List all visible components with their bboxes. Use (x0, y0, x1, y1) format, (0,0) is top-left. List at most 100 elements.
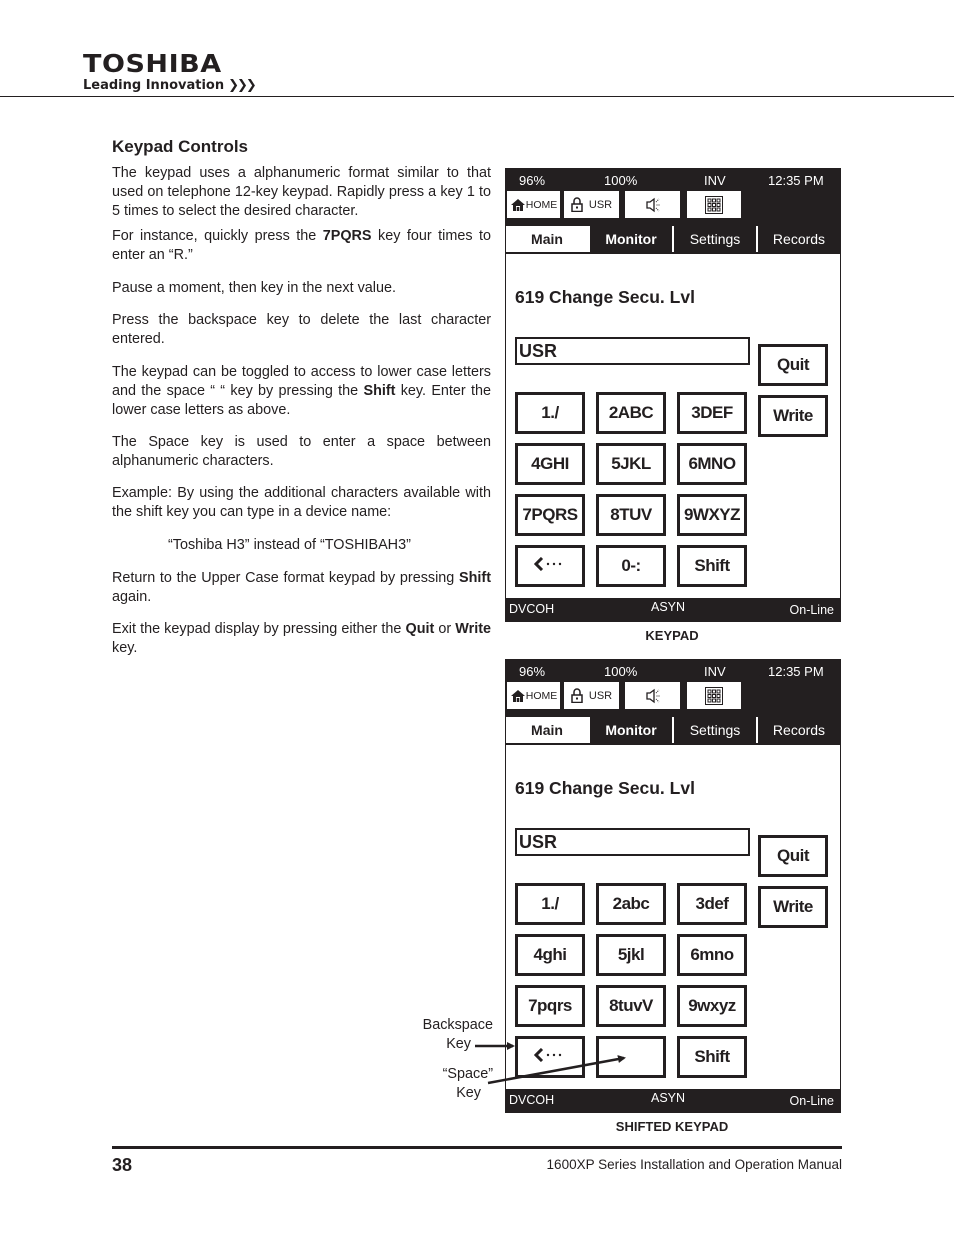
tab-records[interactable]: Records (756, 226, 840, 252)
paragraph-intro: The keypad uses a alphanumeric format si… (112, 165, 491, 219)
status-percent-2: 100% (604, 664, 638, 679)
keypad-key[interactable]: 5JKL (596, 443, 666, 485)
screen-body: 619 Change Secu. Lvl USR 1./ 2abc 3def 4ghi… (506, 743, 840, 1089)
keypad-key[interactable]: 1./ (515, 392, 585, 434)
tab-main[interactable]: Main (506, 717, 588, 743)
keypad-button[interactable] (687, 682, 741, 709)
backspace-key[interactable] (515, 545, 585, 587)
user-level-label: USR (588, 689, 613, 702)
section-title: Keypad Controls (112, 137, 249, 156)
key-name-quit: Quit (405, 621, 435, 637)
keypad-key[interactable]: 3DEF (677, 392, 747, 434)
keypad-key[interactable]: 1./ (515, 883, 585, 925)
keypad-key[interactable]: 0-: (596, 545, 666, 587)
status-percent-1: 96% (519, 664, 546, 679)
keypad-key[interactable]: 7pqrs (515, 985, 585, 1027)
keypad-key[interactable]: 4ghi (515, 934, 585, 976)
tab-records[interactable]: Records (756, 717, 840, 743)
shift-key[interactable]: Shift (677, 1036, 747, 1078)
shifted-keypad-screen: 96% 100% INV 12:35 PM HOME USR Main Moni… (505, 659, 841, 1113)
home-icon (510, 198, 526, 212)
paragraph-space-key: The Space key is used to enter a space b… (112, 434, 491, 469)
paragraph-pause: Pause a moment, then key in the next val… (112, 280, 396, 296)
paragraph-example-r: For instance, quickly press the 7PQRS ke… (112, 227, 491, 265)
status-mode: ASYN (651, 1091, 686, 1105)
keypad-key[interactable]: 2abc (596, 883, 666, 925)
status-bar-bottom: DVCOH ASYN On-Line (506, 1089, 840, 1112)
status-mode: ASYN (651, 600, 686, 614)
page-number: 38 (112, 1155, 133, 1175)
speaker-button[interactable] (625, 191, 680, 218)
quit-button[interactable]: Quit (758, 835, 828, 877)
tab-bar: Main Monitor Settings Records (506, 224, 840, 252)
status-inv: INV (704, 664, 726, 679)
key-name-7pqrs: 7PQRS (322, 228, 372, 244)
paragraph-exit: Exit the keypad display by pressing eith… (112, 620, 491, 658)
paragraph-device-name-example: Example: By using the additional charact… (112, 485, 491, 520)
home-button[interactable]: HOME (507, 191, 560, 218)
tab-main[interactable]: Main (506, 226, 588, 252)
keypad-key[interactable]: 3def (677, 883, 747, 925)
space-key[interactable] (596, 1036, 666, 1078)
caption-keypad: KEYPAD (645, 628, 699, 643)
status-time: 12:35 PM (768, 664, 824, 679)
keypad-key[interactable]: 8tuvV (596, 985, 666, 1027)
text: key. (112, 640, 138, 656)
key-name-shift: Shift (459, 570, 491, 586)
home-button[interactable]: HOME (507, 682, 560, 709)
annotation-text: Backspace (422, 1017, 493, 1033)
backspace-arrow-icon (533, 1047, 566, 1067)
status-online: On-Line (789, 1094, 834, 1108)
status-bar-bottom: DVCOH ASYN On-Line (506, 598, 840, 621)
keypad-key[interactable]: 7PQRS (515, 494, 585, 536)
space-annotation: “Space” Key (404, 1065, 493, 1103)
keypad-key[interactable]: 2ABC (596, 392, 666, 434)
caption-shifted-keypad: SHIFTED KEYPAD (615, 1119, 729, 1134)
shift-key[interactable]: Shift (677, 545, 747, 587)
toshiba-logo: TOSHIBA (83, 49, 222, 78)
text: again. (112, 589, 152, 605)
keypad-key[interactable]: 6mno (677, 934, 747, 976)
paragraph-toggle: The keypad can be toggled to access to l… (112, 363, 491, 420)
speaker-button[interactable] (625, 682, 680, 709)
keypad-key[interactable]: 4GHI (515, 443, 585, 485)
entry-field[interactable]: USR (515, 337, 750, 365)
status-percent-1: 96% (519, 173, 546, 188)
triple-chevron-right-icon: ❯❯❯ (228, 78, 257, 93)
tab-settings[interactable]: Settings (672, 226, 756, 252)
key-name-write: Write (455, 621, 491, 637)
tab-monitor[interactable]: Monitor (588, 226, 672, 252)
keypad-key[interactable]: 9wxyz (677, 985, 747, 1027)
backspace-annotation: Backspace Key (404, 1016, 493, 1054)
keypad-key[interactable]: 6MNO (677, 443, 747, 485)
backspace-key[interactable] (515, 1036, 585, 1078)
tagline: Leading Innovation ❯❯❯ (83, 78, 257, 93)
tab-monitor[interactable]: Monitor (588, 717, 672, 743)
text: Exit the keypad display by pressing eith… (112, 621, 406, 637)
keypad-key[interactable]: 9WXYZ (677, 494, 747, 536)
footer-divider (112, 1146, 842, 1149)
annotation-text: “Space” (442, 1066, 493, 1082)
keypad-button[interactable] (687, 191, 741, 218)
tagline-text: Leading Innovation (83, 78, 225, 93)
user-level-button[interactable]: USR (564, 191, 619, 218)
keypad-key[interactable]: 5jkl (596, 934, 666, 976)
home-icon (510, 689, 526, 703)
status-device: DVCOH (509, 602, 555, 616)
quit-button[interactable]: Quit (758, 344, 828, 386)
entry-field[interactable]: USR (515, 828, 750, 856)
header-divider (0, 96, 954, 97)
tab-settings[interactable]: Settings (672, 717, 756, 743)
paragraph-backspace: Press the backspace key to delete the la… (112, 312, 491, 347)
keypad-grid-icon (705, 686, 723, 705)
user-level-button[interactable]: USR (564, 682, 619, 709)
status-online: On-Line (789, 603, 834, 617)
lock-icon (571, 688, 583, 703)
lock-icon (571, 197, 583, 212)
text: Return to the Upper Case format keypad b… (112, 570, 460, 586)
user-level-label: USR (588, 198, 613, 211)
status-bar-top: 96% 100% INV 12:35 PM HOME USR (506, 169, 840, 224)
write-button[interactable]: Write (758, 886, 828, 928)
write-button[interactable]: Write (758, 395, 828, 437)
keypad-key[interactable]: 8TUV (596, 494, 666, 536)
